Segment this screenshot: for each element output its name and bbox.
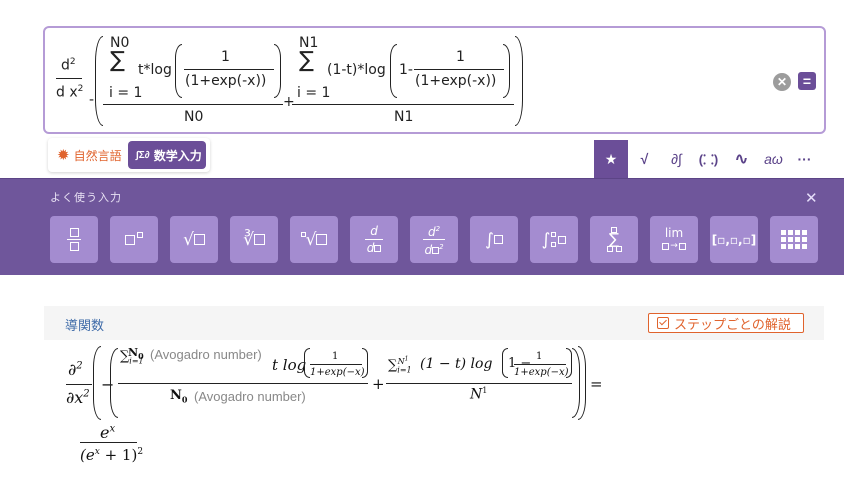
sum-key[interactable]: ∑ bbox=[590, 216, 638, 263]
math-input-mode-button[interactable]: ∫Σ∂ 数学入力 bbox=[128, 141, 206, 169]
sum1-symbol: ∑ bbox=[110, 48, 125, 73]
term1-denominator: N0 bbox=[184, 109, 204, 125]
cbrt-key[interactable]: ∛ bbox=[230, 216, 278, 263]
answer-denominator: (ex + 1)2 bbox=[80, 446, 144, 464]
term1-frac-num: 1 bbox=[221, 49, 230, 65]
sqrt-icon: √ bbox=[640, 151, 649, 167]
result-sum1-upper: N0 bbox=[128, 346, 144, 362]
partial-denominator: ∂x2 bbox=[66, 388, 90, 407]
term2-frac-den: (1+exp(-x)) bbox=[415, 73, 497, 89]
tab-functions[interactable]: ∿ bbox=[725, 140, 758, 178]
math-mode-icon: ∫Σ∂ bbox=[136, 149, 150, 161]
avogadro-note-2: (Avogadro number) bbox=[194, 389, 306, 404]
result-den1: N0 bbox=[170, 388, 188, 405]
avogadro-note-1: (Avogadro number) bbox=[150, 347, 262, 362]
result-inner-left-paren bbox=[110, 348, 118, 418]
result-equals: = bbox=[590, 375, 603, 393]
term2-denominator: N1 bbox=[394, 109, 414, 125]
power-key[interactable] bbox=[110, 216, 158, 263]
definite-integral-key[interactable]: ∫ bbox=[530, 216, 578, 263]
partial-numerator: ∂2 bbox=[68, 360, 83, 379]
equals-button[interactable]: = bbox=[798, 72, 816, 90]
result-term1: t log bbox=[272, 356, 307, 374]
term2-frac-num: 1 bbox=[456, 49, 465, 65]
derivative-operator-denominator: d x2 bbox=[56, 84, 84, 101]
greek-icon: aω bbox=[764, 151, 783, 167]
keypad-close-icon[interactable]: ✕ bbox=[805, 189, 818, 207]
tab-more[interactable]: ··· bbox=[789, 140, 820, 178]
tab-calculus[interactable]: ∂∫ bbox=[661, 140, 692, 178]
tab-favorites[interactable]: ★ bbox=[594, 140, 628, 178]
term2-right-paren bbox=[503, 44, 510, 98]
clear-button[interactable]: ✕ bbox=[773, 73, 791, 91]
sum1-lower: i = 1 bbox=[109, 85, 143, 101]
nth-root-key[interactable]: √ bbox=[290, 216, 338, 263]
term1-left-paren bbox=[175, 44, 182, 98]
step-by-step-label: ステップごとの解説 bbox=[674, 316, 791, 332]
result-den2: N1 bbox=[470, 386, 488, 403]
term2-prefix: (1-t)*log bbox=[327, 62, 386, 78]
sqrt-key[interactable]: √ bbox=[170, 216, 218, 263]
matrix-key[interactable] bbox=[770, 216, 818, 263]
minus-sign: - bbox=[89, 92, 95, 108]
result-term2-frac-num: 1 bbox=[536, 351, 543, 362]
derivative-key[interactable]: d d bbox=[350, 216, 398, 263]
second-derivative-key[interactable]: d2 d2 bbox=[410, 216, 458, 263]
result-term2: (1 − t) log bbox=[420, 356, 493, 372]
more-icon: ··· bbox=[797, 151, 812, 167]
tab-algebra[interactable]: √ bbox=[628, 140, 661, 178]
term1-prefix: t*log bbox=[138, 62, 172, 78]
outer-left-paren bbox=[95, 36, 103, 126]
answer-numerator: ex bbox=[100, 423, 116, 442]
result-plus: + bbox=[372, 375, 385, 393]
term1-right-paren bbox=[274, 44, 281, 98]
term1-frac-den: (1+exp(-x)) bbox=[185, 73, 267, 89]
natural-language-mode-button[interactable]: ✹ 自然言語 bbox=[52, 142, 127, 168]
keypad-tab-strip: ★ √ ∂∫ (⸬) ∿ aω ··· bbox=[594, 140, 830, 178]
term2-one-minus: 1- bbox=[399, 62, 413, 78]
plus-sign: + bbox=[283, 94, 295, 110]
result-outer-right-paren bbox=[578, 346, 586, 420]
fraction-key[interactable] bbox=[50, 216, 98, 263]
step-by-step-button[interactable]: ステップごとの解説 bbox=[648, 313, 804, 333]
checkbox-icon bbox=[657, 317, 669, 329]
result-term1-frac-num: 1 bbox=[332, 351, 339, 362]
result-term1-right-paren bbox=[362, 348, 368, 378]
tab-greek[interactable]: aω bbox=[758, 140, 789, 178]
term2-left-paren bbox=[390, 44, 397, 98]
keypad-title: よく使う入力 bbox=[50, 192, 122, 204]
sum2-symbol: ∑ bbox=[299, 48, 314, 73]
vector-key[interactable]: [▫,▫,▫] bbox=[710, 216, 758, 263]
derivative-operator-numerator: d2 bbox=[61, 57, 76, 74]
result-title: 導関数 bbox=[65, 318, 105, 333]
limit-key[interactable]: lim → bbox=[650, 216, 698, 263]
star-icon: ★ bbox=[604, 150, 618, 167]
integral-key[interactable]: ∫ bbox=[470, 216, 518, 263]
result-term2-frac-den: 1+exp(−x) bbox=[514, 367, 569, 378]
matrix-icon: (⸬) bbox=[698, 152, 719, 167]
math-input-label: 数学入力 bbox=[153, 148, 202, 163]
result-outer-left-paren bbox=[93, 346, 101, 420]
calculus-icon: ∂∫ bbox=[671, 151, 682, 167]
natural-language-label: 自然言語 bbox=[73, 148, 122, 163]
result-term1-frac-den: 1+exp(−x) bbox=[310, 367, 365, 378]
result-sum2: ∑i=1N1 bbox=[388, 355, 412, 375]
sum2-lower: i = 1 bbox=[297, 85, 331, 101]
outer-right-paren bbox=[515, 36, 523, 126]
wave-icon: ∿ bbox=[734, 151, 749, 168]
sun-icon: ✹ bbox=[57, 147, 70, 164]
tab-matrix[interactable]: (⸬) bbox=[692, 140, 725, 178]
